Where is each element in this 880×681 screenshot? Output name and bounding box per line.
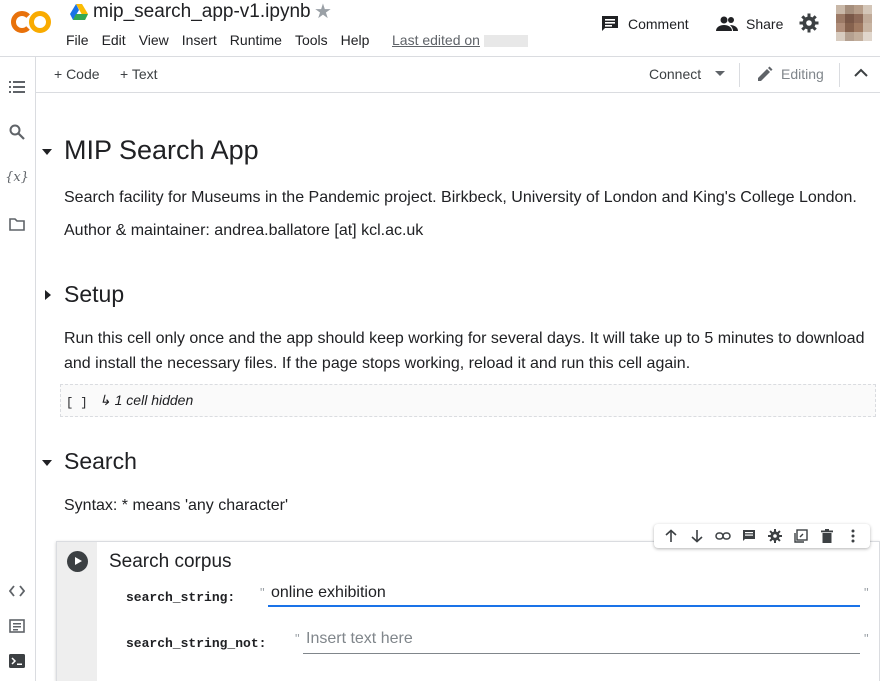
pencil-icon (758, 66, 773, 81)
star-icon[interactable]: ★ (314, 1, 332, 23)
notebook-content: MIP Search App Search facility for Museu… (36, 94, 880, 681)
hidden-cells-indicator[interactable]: [ ] ↳ 1 cell hidden (60, 384, 876, 417)
delete-icon[interactable] (817, 526, 837, 546)
notebook-toolbar: + Code + Text Connect Editing (36, 57, 880, 93)
add-text-button[interactable]: + Text (120, 66, 158, 82)
hidden-cells-text: ↳ 1 cell hidden (99, 392, 194, 408)
menu-insert[interactable]: Insert (182, 32, 217, 48)
menu-view[interactable]: View (139, 32, 169, 48)
move-up-icon[interactable] (661, 526, 681, 546)
search-heading: Search (64, 448, 137, 474)
variables-icon[interactable]: {x} (5, 167, 29, 187)
notebook-title[interactable]: mip_search_app-v1.ipynb (93, 1, 311, 23)
menu-file[interactable]: File (66, 32, 89, 48)
comment-label: Comment (628, 16, 689, 32)
toolbar-divider (839, 63, 840, 87)
link-icon[interactable] (713, 526, 733, 546)
comment-icon (602, 16, 618, 31)
editing-mode-button[interactable]: Editing (757, 66, 824, 82)
redacted-date (483, 35, 528, 48)
open-quote: " (295, 631, 300, 646)
open-quote: " (260, 585, 265, 600)
menu-edit[interactable]: Edit (102, 32, 126, 48)
code-snippets-icon[interactable] (7, 581, 27, 601)
close-quote: " (864, 585, 869, 600)
author-text: Author & maintainer: andrea.ballatore [a… (64, 222, 424, 239)
input-underline-active (268, 605, 860, 607)
table-of-contents-icon[interactable] (7, 77, 27, 97)
toolbar-divider (739, 63, 740, 87)
setup-text: Run this cell only once and the app shou… (64, 330, 865, 372)
close-quote: " (864, 631, 869, 646)
chevron-down-icon (715, 71, 726, 76)
terminal-icon[interactable] (7, 651, 27, 671)
expand-section-icon[interactable] (45, 290, 51, 300)
cell-settings-icon[interactable] (765, 526, 785, 546)
connect-button[interactable]: Connect (649, 66, 726, 82)
search-string-not-label: search_string_not: (126, 636, 267, 651)
menu-bar: File Edit View Insert Runtime Tools Help (66, 32, 382, 48)
syntax-text: Syntax: * means 'any character' (64, 497, 288, 514)
share-button[interactable]: Share (716, 12, 783, 36)
description-text: Search facility for Museums in the Pande… (64, 189, 857, 206)
chevron-up-icon[interactable] (854, 68, 868, 78)
run-cell-button[interactable] (67, 551, 88, 572)
collapse-section-icon[interactable] (42, 460, 52, 466)
connect-label: Connect (649, 66, 702, 82)
avatar[interactable] (836, 5, 872, 41)
cell-toolbar (654, 524, 870, 548)
search-string-input[interactable] (271, 582, 851, 604)
form-title: Search corpus (109, 551, 232, 572)
colab-logo[interactable] (11, 10, 51, 34)
folder-icon[interactable] (7, 214, 27, 234)
last-edited-link[interactable]: Last edited on (392, 32, 528, 48)
add-code-button[interactable]: + Code (54, 66, 100, 82)
app-header: mip_search_app-v1.ipynb ★ File Edit View… (0, 0, 880, 57)
people-icon (716, 16, 738, 31)
input-underline (303, 653, 860, 654)
left-sidebar: {x} (0, 57, 36, 681)
settings-icon[interactable] (799, 13, 819, 33)
more-options-icon[interactable] (843, 526, 863, 546)
move-down-icon[interactable] (687, 526, 707, 546)
menu-tools[interactable]: Tools (295, 32, 328, 48)
search-string-not-input[interactable] (306, 628, 851, 650)
command-palette-icon[interactable] (7, 616, 27, 636)
notebook-heading: MIP Search App (64, 135, 259, 165)
search-icon[interactable] (7, 122, 27, 142)
editing-label: Editing (781, 66, 824, 82)
menu-help[interactable]: Help (341, 32, 370, 48)
setup-heading: Setup (64, 281, 125, 307)
collapse-section-icon[interactable] (42, 149, 52, 155)
comment-cell-icon[interactable] (739, 526, 759, 546)
mirror-cell-icon[interactable] (791, 526, 811, 546)
google-drive-icon[interactable] (70, 4, 88, 20)
search-string-label: search_string: (126, 590, 236, 605)
share-label: Share (746, 16, 784, 32)
menu-runtime[interactable]: Runtime (230, 32, 282, 48)
cell-gutter (57, 542, 97, 681)
search-form-cell[interactable]: Search corpus search_string: " " search_… (56, 541, 880, 681)
last-edited-text: Last edited on (392, 32, 480, 48)
cell-bracket: [ ] (66, 396, 88, 410)
comment-button[interactable]: Comment (600, 12, 689, 36)
